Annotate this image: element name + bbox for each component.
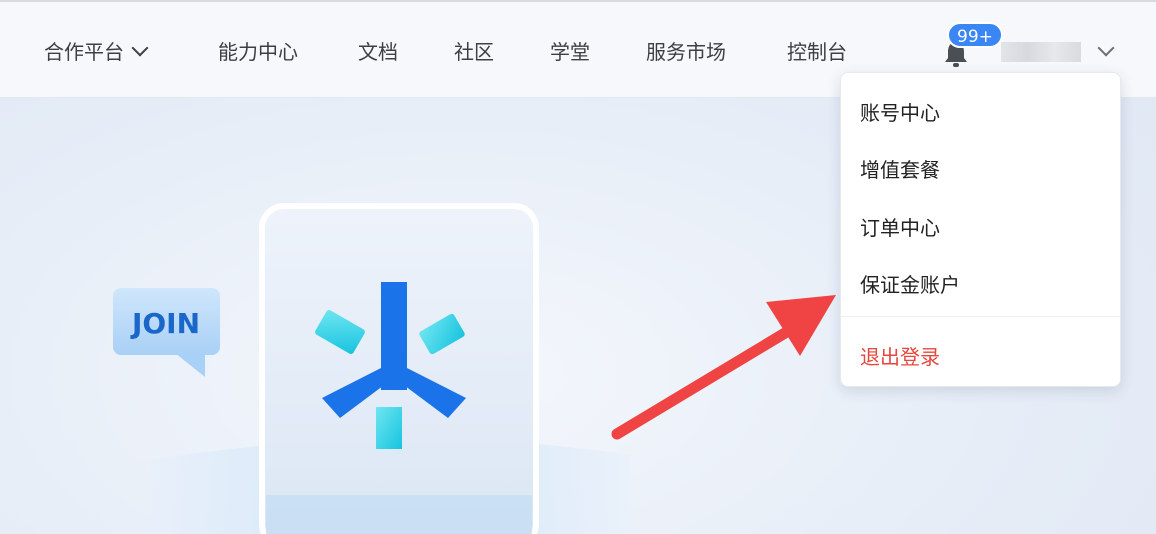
notification-badge: 99+ — [947, 22, 1003, 48]
nav-item-community[interactable]: 社区 — [454, 36, 494, 65]
menu-item-order-center[interactable]: 订单中心 — [860, 212, 940, 241]
nav-item-service-market[interactable]: 服务市场 — [646, 36, 726, 65]
nav-item-label: 服务市场 — [646, 40, 726, 64]
nav-item-partner-platform[interactable]: 合作平台 — [44, 36, 149, 65]
nav-item-console[interactable]: 控制台 — [787, 36, 847, 65]
nav-item-academy[interactable]: 学堂 — [550, 36, 590, 65]
logout-button[interactable]: 退出登录 — [860, 341, 940, 370]
nav-item-label: 合作平台 — [44, 40, 124, 64]
user-dropdown-menu: 账号中心 增值套餐 订单中心 保证金账户 退出登录 — [840, 72, 1121, 387]
nav-item-label: 能力中心 — [218, 40, 298, 64]
nav-item-label: 社区 — [454, 40, 494, 64]
menu-item-deposit-account[interactable]: 保证金账户 — [860, 269, 960, 298]
page-background: JOIN 合作平台 能力中心 文档 社区 学堂 服务市场 控制台 99+ 账号中… — [0, 0, 1156, 534]
nav-item-label: 文档 — [358, 40, 398, 64]
nav-item-label: 学堂 — [550, 40, 590, 64]
menu-item-value-added-plans[interactable]: 增值套餐 — [860, 154, 940, 183]
nav-item-capability-center[interactable]: 能力中心 — [218, 36, 298, 65]
chevron-down-icon[interactable] — [1097, 39, 1115, 57]
chevron-down-icon — [131, 39, 149, 57]
menu-item-account-center[interactable]: 账号中心 — [860, 97, 940, 126]
nav-item-label: 控制台 — [787, 40, 847, 64]
menu-divider — [841, 316, 1120, 317]
username[interactable] — [1001, 42, 1081, 62]
nav-item-docs[interactable]: 文档 — [358, 36, 398, 65]
